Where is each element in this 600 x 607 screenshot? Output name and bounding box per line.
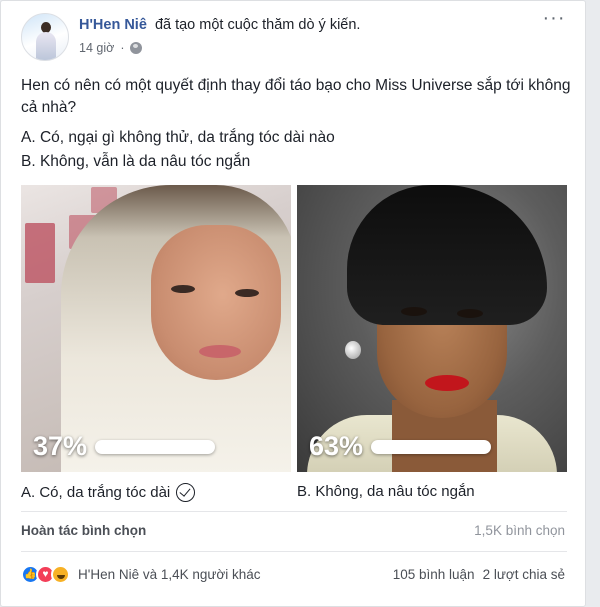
comments-count-link[interactable]: 105 bình luận (393, 567, 475, 582)
photo-lips (425, 375, 469, 391)
photo-eye (235, 289, 259, 297)
option-a-photo (21, 185, 291, 472)
haha-icon (51, 565, 70, 584)
photo-eye (457, 309, 483, 318)
poll-question: Hen có nên có một quyết định thay đổi tá… (21, 77, 571, 116)
option-b-label-text: B. Không, da nâu tóc ngắn (297, 483, 475, 500)
poll-option-b-label[interactable]: B. Không, da nâu tóc ngắn (297, 483, 475, 500)
option-a-progress-bar (95, 439, 216, 454)
option-a-result: 37% (33, 431, 216, 462)
reactions-summary[interactable]: 👍 ♥ H'Hen Niê và 1,4K người khác (21, 565, 261, 584)
option-b-text: B. Không, vẫn là da nâu tóc ngắn (21, 153, 251, 170)
post-action-text: đã tạo một cuộc thăm dò ý kiến. (154, 17, 361, 33)
author-avatar[interactable] (21, 13, 69, 61)
reaction-names[interactable]: H'Hen Niê và 1,4K người khác (78, 567, 261, 582)
globe-icon[interactable] (130, 42, 143, 54)
post-meta: 14 giờ · (79, 41, 143, 55)
poll-option-a-image[interactable]: 37% (21, 185, 291, 472)
wall-poster (25, 223, 55, 283)
avatar-figure-body (36, 32, 56, 60)
option-b-percent: 63% (309, 431, 364, 461)
option-b-photo (297, 185, 567, 472)
post-options-button[interactable]: ··· (541, 8, 567, 31)
option-b-result: 63% (309, 431, 492, 462)
photo-eye (171, 285, 195, 293)
photo-eye (401, 307, 427, 316)
option-b-progress-bar (371, 439, 492, 454)
author-name-link[interactable]: H'Hen Niê (79, 17, 147, 33)
option-a-label-text: A. Có, da trắng tóc dài (21, 484, 171, 501)
photo-hair (347, 185, 547, 325)
photo-earring (345, 341, 361, 359)
divider (21, 551, 567, 552)
engagement-counts: 105 bình luận 2 lượt chia sẻ (393, 567, 565, 582)
photo-lips (199, 345, 241, 358)
undo-vote-link[interactable]: Hoàn tác bình chọn (21, 523, 146, 538)
post-timestamp[interactable]: 14 giờ (79, 41, 114, 55)
shares-count-link[interactable]: 2 lượt chia sẻ (483, 567, 565, 582)
poll-option-b-image[interactable]: 63% (297, 185, 567, 472)
dot-separator: · (120, 41, 125, 55)
poll-post-card: H'Hen Niê đã tạo một cuộc thăm dò ý kiến… (0, 0, 586, 607)
post-header-line: H'Hen Niê đã tạo một cuộc thăm dò ý kiến… (79, 17, 360, 33)
check-circle-icon (176, 483, 196, 502)
option-a-percent: 37% (33, 431, 88, 461)
option-a-text: A. Có, ngại gì không thử, da trắng tóc d… (21, 129, 335, 146)
divider (21, 511, 567, 512)
poll-option-a-label[interactable]: A. Có, da trắng tóc dài (21, 483, 196, 502)
total-votes[interactable]: 1,5K bình chọn (474, 523, 565, 538)
